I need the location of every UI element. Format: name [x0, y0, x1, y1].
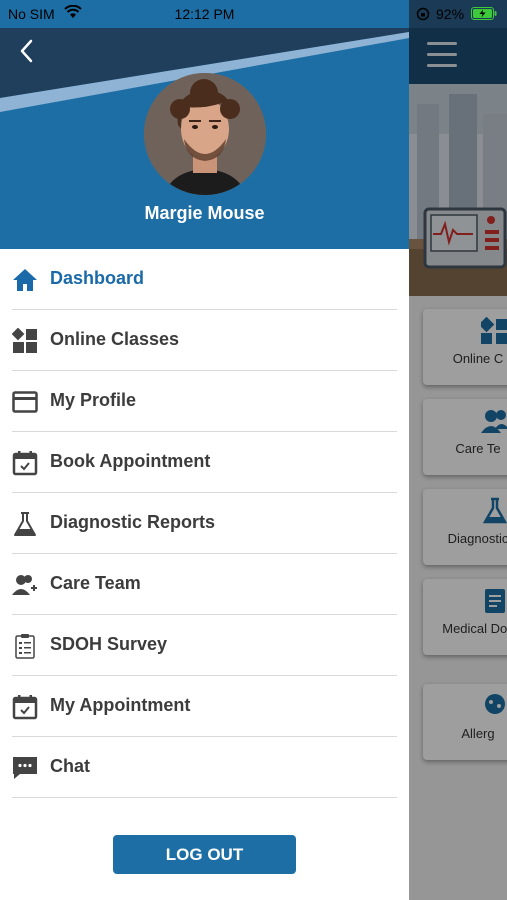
menu-item-label: Care Team [50, 573, 141, 593]
menu-item-label: Book Appointment [50, 451, 211, 471]
flask-icon [14, 512, 36, 536]
back-icon[interactable] [12, 36, 42, 66]
menu-item-my-profile[interactable]: My Profile [0, 371, 409, 432]
menu-item-my-appointment[interactable]: My Appointment [0, 676, 409, 737]
navigation-drawer: Margie Mouse Dashboard Online Classes My… [0, 28, 409, 900]
drawer-header: Margie Mouse [0, 28, 409, 249]
menu-item-label: Dashboard [50, 268, 145, 288]
menu-item-book-appointment[interactable]: Book Appointment [0, 432, 409, 493]
menu-item-sdoh-survey[interactable]: SDOH Survey [0, 615, 409, 676]
menu-item-dashboard[interactable]: Dashboard [0, 249, 409, 310]
battery-percentage: 92% [436, 6, 465, 22]
orientation-lock-icon [416, 7, 430, 21]
menu-divider [12, 797, 397, 798]
battery-icon [471, 7, 497, 20]
menu-item-label: Chat [50, 756, 90, 776]
dim-overlay[interactable] [409, 28, 507, 900]
menu-item-label: SDOH Survey [50, 634, 168, 654]
team-icon [12, 575, 37, 595]
avatar [144, 73, 266, 195]
calendar-check-icon [12, 451, 38, 476]
chat-icon [13, 757, 37, 779]
profile-card-icon [12, 391, 38, 413]
menu-item-label: My Appointment [50, 695, 191, 715]
menu-item-label: Diagnostic Reports [50, 512, 216, 532]
menu-item-care-team[interactable]: Care Team [0, 554, 409, 615]
home-icon [13, 269, 37, 291]
clipboard-icon [15, 634, 35, 659]
menu-item-label: My Profile [50, 390, 137, 410]
menu-item-label: Online Classes [50, 329, 180, 349]
status-time: 12:12 PM [174, 6, 235, 22]
status-bar: No SIM 12:12 PM 92% [0, 0, 507, 28]
classes-icon [12, 328, 37, 353]
user-name: Margie Mouse [144, 203, 265, 223]
calendar-check-icon [12, 695, 38, 720]
menu-item-diagnostic-reports[interactable]: Diagnostic Reports [0, 493, 409, 554]
logout-button[interactable]: LOG OUT [113, 835, 296, 874]
menu-item-online-classes[interactable]: Online Classes [0, 310, 409, 371]
menu-item-chat[interactable]: Chat [0, 737, 409, 798]
